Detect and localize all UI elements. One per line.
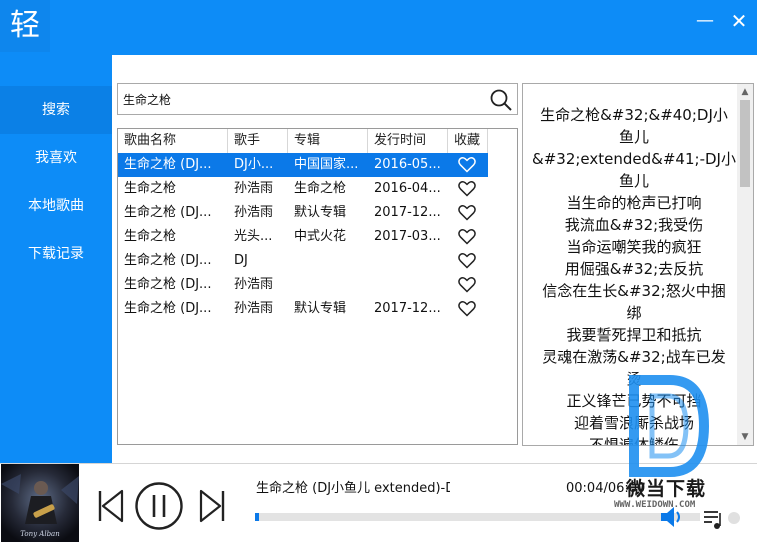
column-header-date[interactable]: 发行时间 [368, 129, 448, 153]
next-icon[interactable] [197, 488, 227, 524]
cell-album: 默认专辑 [294, 301, 347, 316]
watermark-brand: 微当下载 [626, 478, 707, 500]
search-icon[interactable] [489, 88, 513, 112]
column-header-name[interactable]: 歌曲名称 [118, 129, 228, 153]
cell-artist: 孙浩雨 [234, 301, 274, 316]
cell-artist: 孙浩雨 [234, 277, 274, 292]
cell-song-name: 生命之枪 [124, 181, 177, 196]
cover-text: Tony Alban [20, 530, 60, 538]
cell-song-name: 生命之枪 (DJ... [124, 157, 212, 172]
cell-song-name: 生命之枪 (DJ... [124, 205, 212, 220]
table-row[interactable]: 生命之枪 (DJ... DJ小... 中国国家... 2016-05... [118, 153, 488, 177]
cell-song-name: 生命之枪 (DJ... [124, 277, 212, 292]
column-header-favorite[interactable]: 收藏 [448, 129, 488, 153]
lyric-line: 信念在生长&#32;怒火中捆 [542, 282, 726, 300]
sidebar-item-favorites[interactable]: 我喜欢 [0, 134, 112, 182]
table-row[interactable]: 生命之枪 (DJ... 孙浩雨 默认专辑 2017-12... [118, 297, 488, 321]
lyric-line: 鱼儿 [618, 172, 649, 190]
sidebar-item-local-songs[interactable]: 本地歌曲 [0, 182, 112, 230]
song-table: 歌曲名称 歌手 专辑 发行时间 收藏 生命之枪 (DJ... DJ小... 中国国家… [117, 128, 518, 445]
heart-icon[interactable] [458, 252, 476, 269]
scroll-up-icon[interactable]: ▲ [740, 87, 750, 97]
pause-icon[interactable] [134, 481, 184, 531]
cell-song-name: 生命之枪 (DJ... [124, 301, 212, 316]
lyric-line: 绑 [626, 304, 642, 322]
table-row[interactable]: 生命之枪 孙浩雨 生命之枪 2016-04... [118, 177, 488, 201]
cell-artist: DJ小... [234, 157, 274, 172]
cell-album: 中国国家... [294, 157, 359, 172]
sidebar: 搜索 我喜欢 本地歌曲 下载记录 [0, 55, 112, 463]
table-row[interactable]: 生命之枪 (DJ... 孙浩雨 [118, 273, 488, 297]
heart-icon[interactable] [458, 228, 476, 245]
table-row[interactable]: 生命之枪 (DJ... 孙浩雨 默认专辑 2017-12... [118, 201, 488, 225]
table-header: 歌曲名称 歌手 专辑 发行时间 收藏 [118, 129, 488, 153]
cell-release-date [368, 273, 448, 297]
app-logo: 轻 [0, 0, 50, 52]
lyric-line: 鱼儿 [618, 128, 649, 146]
album-cover: Tony Alban [1, 464, 79, 542]
search-input[interactable] [123, 88, 483, 110]
cell-artist: DJ [234, 253, 248, 268]
watermark-url: WWW.WEIDOWN.COM [614, 500, 696, 510]
title-bar: 轻 — ✕ [0, 0, 757, 55]
cell-artist: 孙浩雨 [234, 181, 274, 196]
cell-album: 生命之枪 [294, 181, 347, 196]
cell-release-date: 2016-04... [374, 181, 441, 196]
cell-song-name: 生命之枪 [124, 229, 177, 244]
cell-album: 中式火花 [294, 229, 347, 244]
cell-album [288, 249, 368, 273]
table-row[interactable]: 生命之枪 光头... 中式火花 2017-03... [118, 225, 488, 249]
cell-release-date: 2017-12... [374, 301, 441, 316]
volume-slider-knob[interactable] [726, 510, 742, 526]
column-header-artist[interactable]: 歌手 [228, 129, 288, 153]
lyric-line: 生命之枪&#32;&#40;DJ小 [540, 106, 728, 124]
lyric-line: 用倔强&#32;去反抗 [564, 260, 704, 278]
cell-album: 默认专辑 [294, 205, 347, 220]
heart-icon[interactable] [458, 276, 476, 293]
lyric-line: 当命运嘲笑我的疯狂 [566, 238, 702, 256]
cell-release-date: 2017-03... [374, 229, 441, 244]
now-playing-title: 生命之枪 (DJ小鱼儿 extended)-DJ小 [256, 481, 450, 496]
lyric-line: 我流血&#32;我受伤 [564, 216, 704, 234]
progress-bar[interactable] [255, 513, 700, 521]
progress-fill [255, 513, 260, 521]
heart-icon[interactable] [458, 180, 476, 197]
lyric-line: 当生命的枪声已打响 [566, 194, 702, 212]
heart-icon[interactable] [458, 300, 476, 317]
cell-album [288, 273, 368, 297]
heart-icon[interactable] [458, 204, 476, 221]
cell-release-date: 2017-12... [374, 205, 441, 220]
search-bar [117, 83, 518, 115]
column-header-album[interactable]: 专辑 [288, 129, 368, 153]
cell-release-date [368, 249, 448, 273]
minimize-button[interactable]: — [692, 8, 718, 34]
cell-artist: 光头... [234, 229, 273, 244]
cell-release-date: 2016-05... [374, 157, 441, 172]
previous-icon[interactable] [96, 488, 126, 524]
heart-icon[interactable] [458, 156, 476, 173]
sidebar-item-downloads[interactable]: 下载记录 [0, 230, 112, 278]
sidebar-item-search[interactable]: 搜索 [0, 86, 112, 134]
lyric-line: 我要誓死捍卫和抵抗 [566, 326, 702, 344]
cell-artist: 孙浩雨 [234, 205, 274, 220]
scroll-thumb[interactable] [740, 100, 750, 187]
cell-song-name: 生命之枪 (DJ... [124, 253, 212, 268]
lyric-line: 灵魂在激荡&#32;战车已发 [542, 348, 726, 366]
lyric-line: &#32;extended&#41;-DJ小 [532, 150, 736, 168]
close-button[interactable]: ✕ [726, 8, 752, 34]
table-row[interactable]: 生命之枪 (DJ... DJ [118, 249, 488, 273]
